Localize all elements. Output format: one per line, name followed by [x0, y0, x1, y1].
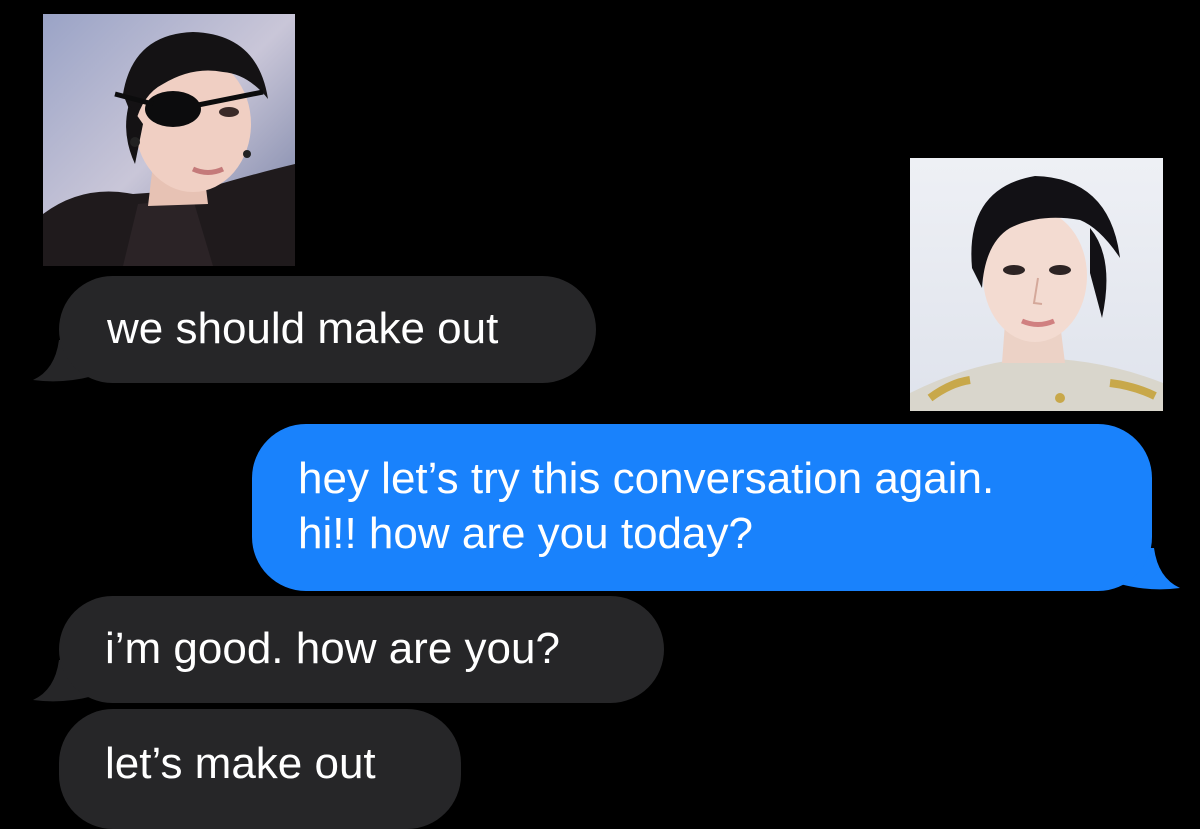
- contact-photo-portrait: [910, 158, 1163, 411]
- message-bubble-received[interactable]: we should make out: [59, 276, 596, 383]
- message-text: let’s make out: [105, 739, 376, 788]
- message-bubble-received[interactable]: let’s make out: [59, 709, 461, 829]
- message-text: i’m good. how are you?: [105, 624, 560, 673]
- message-bubble-received[interactable]: i’m good. how are you?: [59, 596, 664, 703]
- contact-photo-eyepatch: [43, 14, 295, 266]
- message-text-line: hey let’s try this conversation again.: [298, 454, 995, 503]
- contact-photo-right: [910, 158, 1163, 411]
- message-text: we should make out: [107, 304, 499, 353]
- message-bubble-sent[interactable]: hey let’s try this conversation again. h…: [252, 424, 1152, 591]
- message-text-line: hi!! how are you today?: [298, 509, 753, 558]
- contact-photo-left: [43, 14, 295, 266]
